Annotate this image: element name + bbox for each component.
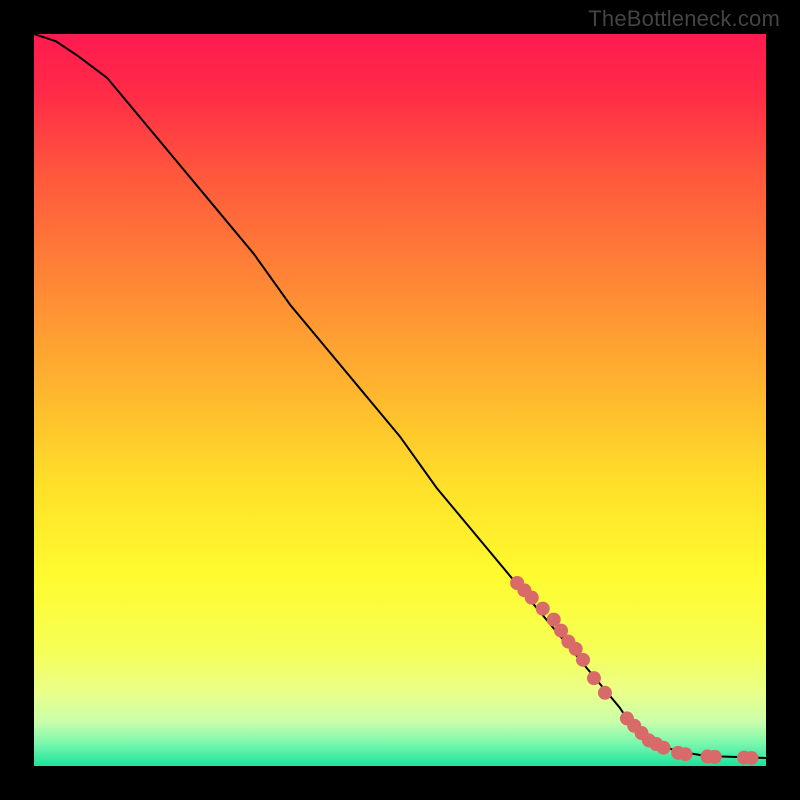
plot-area	[34, 34, 766, 766]
marker-point	[708, 750, 722, 764]
marker-point	[587, 671, 601, 685]
chart-svg	[34, 34, 766, 766]
marker-point	[657, 741, 671, 755]
chart-stage: TheBottleneck.com	[0, 0, 800, 800]
watermark-text: TheBottleneck.com	[588, 6, 780, 32]
marker-point	[598, 686, 612, 700]
marker-point	[678, 747, 692, 761]
marker-point	[536, 602, 550, 616]
marker-point	[576, 653, 590, 667]
marker-point	[525, 591, 539, 605]
gradient-background	[34, 34, 766, 766]
marker-point	[744, 751, 758, 765]
